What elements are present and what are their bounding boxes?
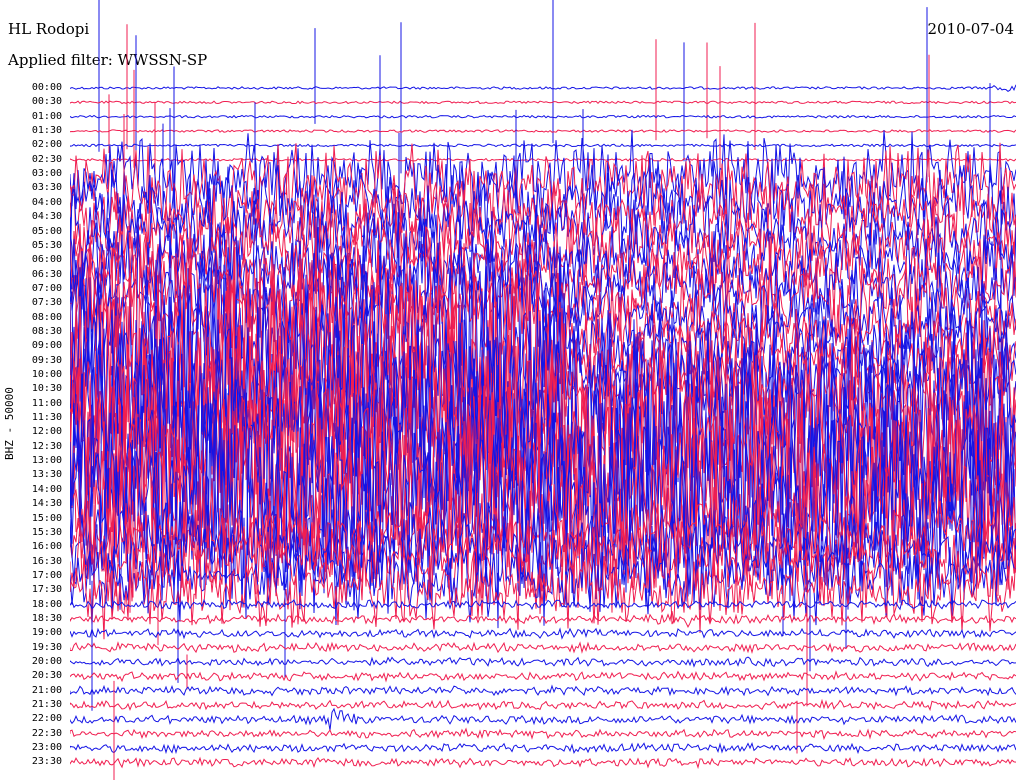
- seismic-trace-0200: [70, 143, 1016, 148]
- seismic-trace-2100: [70, 684, 1016, 697]
- time-labels: 00:00 00:30 01:00 01:30 02:00 02:30 03:00 03:30…: [0, 0, 64, 780]
- trace-time-label: 06:30: [31, 268, 62, 280]
- trace-time-label: 08:30: [31, 325, 62, 337]
- seismic-trace-1830: [70, 610, 1016, 628]
- trace-time-label: 21:30: [31, 699, 62, 711]
- trace-time-label: 10:30: [31, 383, 62, 395]
- trace-time-label: 05:00: [31, 225, 62, 237]
- seismic-trace-2200: [70, 707, 1016, 731]
- seismic-trace-0100: [70, 114, 1016, 119]
- trace-time-label: 03:00: [31, 168, 62, 180]
- trace-time-label: 23:30: [31, 756, 62, 768]
- trace-time-label: 06:00: [31, 254, 62, 266]
- seismic-trace-1900: [70, 627, 1016, 640]
- trace-time-label: 12:30: [31, 440, 62, 452]
- seismic-trace-2030: [70, 670, 1016, 683]
- trace-time-label: 13:00: [31, 455, 62, 467]
- seismic-trace-0030: [70, 100, 1016, 105]
- trace-time-label: 17:30: [31, 584, 62, 596]
- trace-time-label: 22:30: [31, 727, 62, 739]
- trace-time-label: 09:00: [31, 340, 62, 352]
- trace-time-label: 13:30: [31, 469, 62, 481]
- trace-time-label: 19:30: [31, 641, 62, 653]
- trace-time-label: 09:30: [31, 354, 62, 366]
- trace-time-label: 18:30: [31, 612, 62, 624]
- trace-time-label: 04:00: [31, 196, 62, 208]
- trace-time-label: 11:00: [31, 397, 62, 409]
- trace-time-label: 20:30: [31, 670, 62, 682]
- seismic-trace-2330: [70, 756, 1016, 770]
- seismic-trace-0000: [70, 84, 1016, 93]
- helicorder-page: HL Rodopi Applied filter: WWSSN-SP 2010-…: [0, 0, 1024, 780]
- seismic-trace-1930: [70, 641, 1016, 654]
- trace-time-label: 20:00: [31, 656, 62, 667]
- seismic-trace-1800: [70, 598, 1016, 611]
- seismic-trace-2000: [70, 656, 1016, 668]
- trace-time-label: 12:00: [31, 426, 62, 438]
- trace-time-label: 16:00: [31, 541, 62, 553]
- trace-time-label: 22:00: [31, 713, 62, 725]
- seismic-trace-0130: [70, 129, 1016, 133]
- trace-time-label: 15:00: [31, 512, 62, 524]
- seismic-trace-2300: [70, 742, 1016, 755]
- seismic-trace-2130: [70, 698, 1016, 712]
- trace-time-label: 01:30: [31, 125, 62, 137]
- trace-time-label: 07:00: [31, 282, 62, 294]
- trace-time-label: 14:00: [31, 483, 62, 495]
- trace-time-label: 15:30: [31, 526, 62, 538]
- trace-time-label: 18:00: [31, 598, 62, 610]
- trace-time-label: 19:00: [31, 627, 62, 639]
- trace-time-label: 02:30: [31, 153, 62, 165]
- trace-time-label: 23:00: [31, 742, 62, 754]
- trace-time-label: 03:30: [31, 182, 62, 194]
- seismic-trace-2230: [70, 727, 1016, 741]
- trace-time-label: 02:00: [31, 139, 62, 151]
- trace-time-label: 01:00: [31, 110, 62, 122]
- trace-time-label: 00:00: [31, 82, 62, 93]
- trace-time-label: 08:00: [31, 311, 62, 323]
- trace-time-label: 14:30: [31, 498, 62, 510]
- trace-time-label: 05:30: [31, 239, 62, 251]
- trace-time-label: 11:30: [31, 412, 62, 424]
- trace-time-label: 07:30: [31, 297, 62, 309]
- trace-time-label: 00:30: [31, 96, 62, 108]
- trace-time-label: 17:00: [31, 569, 62, 581]
- trace-time-label: 16:30: [31, 555, 62, 567]
- trace-time-label: 04:30: [31, 211, 62, 223]
- seismogram-plot: [70, 0, 1016, 780]
- seismic-trace-0230: [70, 157, 1016, 162]
- trace-time-label: 21:00: [31, 684, 62, 696]
- trace-time-label: 10:00: [31, 369, 62, 380]
